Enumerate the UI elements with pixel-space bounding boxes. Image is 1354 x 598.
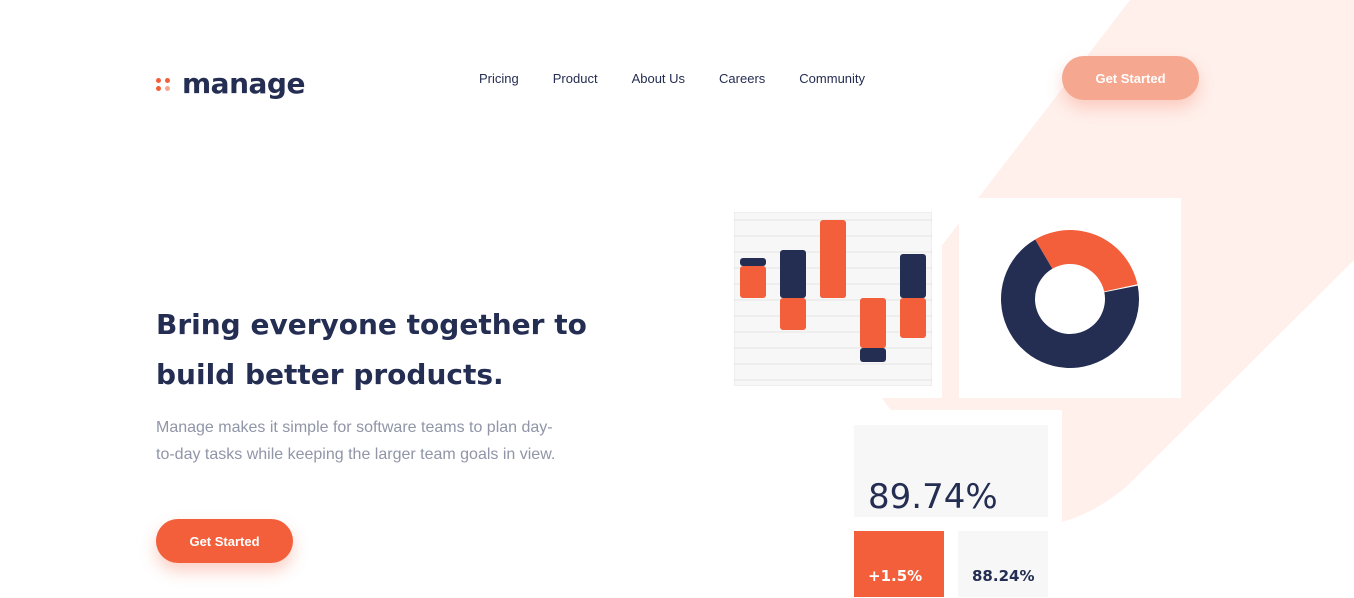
bar-segment-orange [780,298,806,330]
hero-description: Manage makes it simple for software team… [156,419,556,463]
stat-main-tile: 89.74% [854,425,1048,517]
nav-item-community[interactable]: Community [799,70,865,88]
donut-segment-orange [1035,230,1138,292]
main-nav: Pricing Product About Us Careers Communi… [479,70,865,88]
stat-secondary-value: 88.24% [972,567,1035,585]
nav-item-product[interactable]: Product [553,70,598,88]
nav-item-about-us[interactable]: About Us [632,70,685,88]
hero-title: Bring everyone together to build better … [156,308,587,391]
bar-segment-navy [740,258,766,266]
header-get-started-button[interactable]: Get Started [1062,56,1199,100]
bar-chart-illustration [734,212,932,386]
stat-positive-value: +1.5% [868,567,923,585]
nav-item-careers[interactable]: Careers [719,70,765,88]
stat-positive-tile: +1.5% [854,531,944,597]
donut-chart-card [959,198,1181,398]
bar-segment-orange [860,298,886,348]
nav-item-pricing[interactable]: Pricing [479,70,519,88]
logo[interactable]: manage [156,66,305,100]
bar-segment-navy [780,250,806,298]
stat-secondary-tile: 88.24% [958,531,1048,597]
stats-card: 89.74% +1.5% 88.24% [840,410,1062,598]
hero-section: Bring everyone together to build better … [156,300,656,563]
hero-get-started-button[interactable]: Get Started [156,519,293,563]
bar-segment-navy [860,348,886,362]
bar-segment-orange [900,298,926,338]
site-header: manage Pricing Product About Us Careers … [0,0,1354,160]
logo-mark-icon [156,74,172,92]
bar-segment-orange [820,220,846,298]
bar-segment-orange [740,266,766,298]
bar-segment-navy [900,254,926,298]
bar-chart-card [720,198,942,398]
logo-text: manage [182,66,305,100]
stat-main-value: 89.74% [868,477,998,517]
donut-chart-illustration [1001,230,1139,368]
